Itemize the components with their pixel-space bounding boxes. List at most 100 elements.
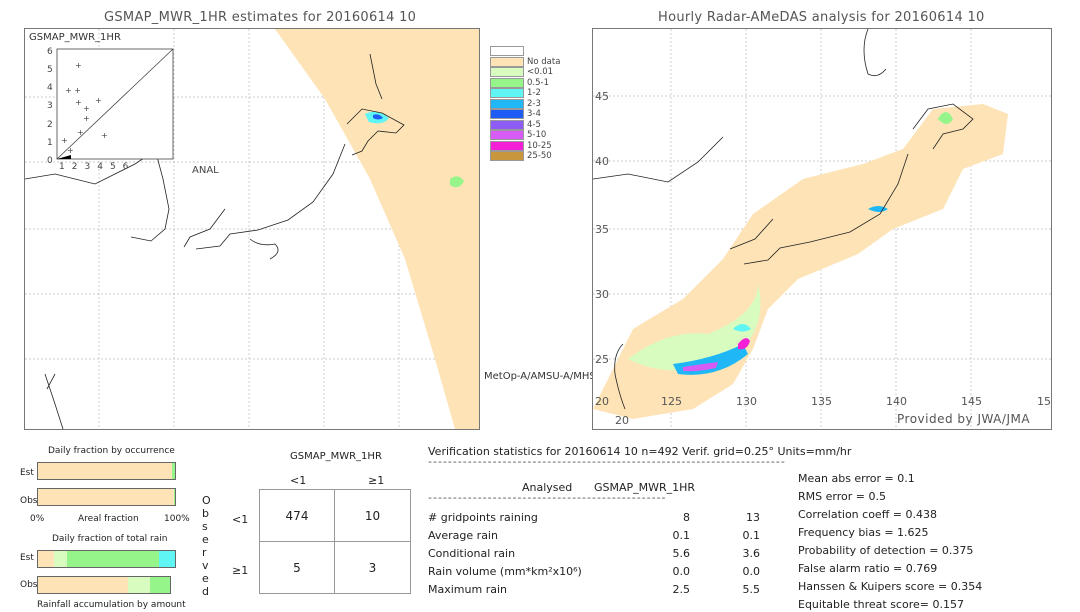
lat-tick: 20 (615, 414, 629, 427)
stat-analysed: 2.5 (672, 583, 691, 596)
stat-analysed: 0.1 (672, 529, 691, 542)
stat-label: Rain volume (mm*km²x10⁶) (428, 565, 582, 578)
obs-total-rain-bar (37, 576, 171, 594)
row-header: ≥1 (232, 564, 249, 577)
legend-item: 10-25 (490, 140, 560, 152)
legend-label: 2-3 (527, 98, 541, 109)
stat-gsmap: 13 (746, 511, 760, 524)
stat-analysed: 0.0 (672, 565, 691, 578)
legend-item: <0.01 (490, 67, 560, 78)
legend-swatch (490, 67, 524, 78)
lon-tick: 135 (811, 395, 832, 408)
legend-label: 5-10 (527, 130, 547, 141)
row-header: <1 (232, 513, 249, 526)
legend-item: 3-4 (490, 109, 560, 120)
stat-gsmap: 3.6 (742, 547, 761, 560)
legend-label: 1-2 (527, 88, 541, 99)
svg-text:+: + (75, 61, 82, 70)
obs-label: Obs (20, 580, 38, 590)
svg-text:+: + (77, 128, 84, 137)
stat-label: Average rain (428, 529, 498, 542)
score: Mean abs error = 0.1 (798, 472, 915, 485)
lon-tick: 140 (886, 395, 907, 408)
score: Probability of detection = 0.375 (798, 544, 974, 557)
score: False alarm ratio = 0.769 (798, 562, 938, 575)
legend-item: 0.5-1 (490, 77, 560, 89)
legend-item: 5-10 (490, 130, 560, 141)
inset-xlabel: ANAL (192, 165, 219, 176)
legend-swatch (490, 109, 524, 120)
legend-item: 4-5 (490, 119, 560, 131)
legend-item: 1-2 (490, 88, 560, 99)
inset-ytick: 4 (47, 83, 53, 93)
sensor-label: MetOp-A/AMSU-A/MHS (484, 371, 596, 382)
score: Frequency bias = 1.625 (798, 526, 929, 539)
inset-ytick: 5 (47, 65, 53, 75)
svg-text:+ +: + + (65, 86, 81, 95)
legend-label: 10-25 (527, 140, 552, 151)
legend-label: 4-5 (527, 119, 541, 130)
legend-swatch (490, 98, 524, 109)
axis-right: 100% (164, 514, 190, 524)
score: Hanssen & Kuipers score = 0.354 (798, 580, 983, 593)
divider: ----------------------------------------… (428, 455, 786, 468)
svg-text:+: + (75, 98, 82, 107)
col-header: ≥1 (368, 474, 385, 487)
legend-label: 0.5-1 (527, 77, 549, 88)
inset-ytick: 1 (47, 138, 53, 148)
est-label: Est (20, 553, 34, 563)
total-rain-footer: Rainfall accumulation by amount (37, 600, 186, 610)
stat-label: Maximum rain (428, 583, 507, 596)
svg-text:+: + (61, 136, 68, 145)
legend-swatch (490, 130, 524, 141)
inset-xticks: 123456 (59, 162, 136, 172)
obs-occurrence-bar (37, 488, 176, 506)
col-header: <1 (290, 474, 307, 487)
svg-text:+: + (95, 96, 102, 105)
legend-label: <0.01 (527, 67, 554, 78)
legend-item: No data (490, 56, 561, 68)
axis-left: 0% (30, 514, 45, 524)
legend-swatch (490, 140, 524, 151)
lat-tick: 30 (595, 288, 609, 301)
total-rain-title: Daily fraction of total rain (52, 534, 168, 544)
axis-mid: Areal fraction (78, 514, 139, 524)
lon-tick: 20 (595, 395, 609, 408)
inset-ytick: 3 (47, 101, 53, 111)
legend-swatch (490, 77, 524, 88)
est-label: Est (20, 468, 34, 478)
lat-tick: 40 (595, 155, 609, 168)
lat-tick: 35 (595, 223, 609, 236)
occurrence-title: Daily fraction by occurrence (48, 446, 175, 456)
stat-gsmap: 0.0 (742, 565, 761, 578)
est-occurrence-bar (37, 462, 176, 480)
legend-swatch (490, 119, 524, 130)
legend-label: 25-50 (527, 151, 552, 162)
contingency-title: GSMAP_MWR_1HR (290, 451, 382, 462)
score: Correlation coeff = 0.438 (798, 508, 937, 521)
lon-tick: 145 (961, 395, 982, 408)
svg-text:+: + (83, 104, 90, 113)
observed-side-label: Observed (202, 494, 211, 598)
stat-analysed: 5.6 (672, 547, 691, 560)
legend-label: 3-4 (527, 109, 541, 120)
legend-item: 2-3 (490, 98, 560, 110)
inset-title: GSMAP_MWR_1HR (29, 32, 121, 43)
stat-gsmap: 0.1 (742, 529, 761, 542)
divider: ----------------------------------------… (428, 491, 667, 504)
lon-tick: 130 (736, 395, 757, 408)
legend-item (490, 46, 560, 57)
legend-swatch (490, 46, 524, 57)
lon-tick: 15 (1037, 395, 1051, 408)
inset-ytick: 2 (47, 120, 53, 130)
left-map: GSMAP_MWR_1HR 0 1 2 3 4 5 6 + + + + + + + + + … (24, 28, 480, 430)
legend-swatch (490, 151, 524, 162)
lat-tick: 25 (595, 353, 609, 366)
legend-label: No data (527, 56, 561, 67)
inset-ytick: 6 (47, 47, 53, 57)
right-map: 45 40 35 30 25 20 20 125 130 135 140 145… (592, 28, 1052, 430)
color-legend: No data <0.01 0.5-1 1-2 2-3 3-4 4-5 5-10 10-25 25… (490, 46, 560, 162)
credit: Provided by JWA/JMA (897, 412, 1031, 426)
radar-coverage (593, 104, 1008, 419)
svg-text:+: + (83, 114, 90, 123)
